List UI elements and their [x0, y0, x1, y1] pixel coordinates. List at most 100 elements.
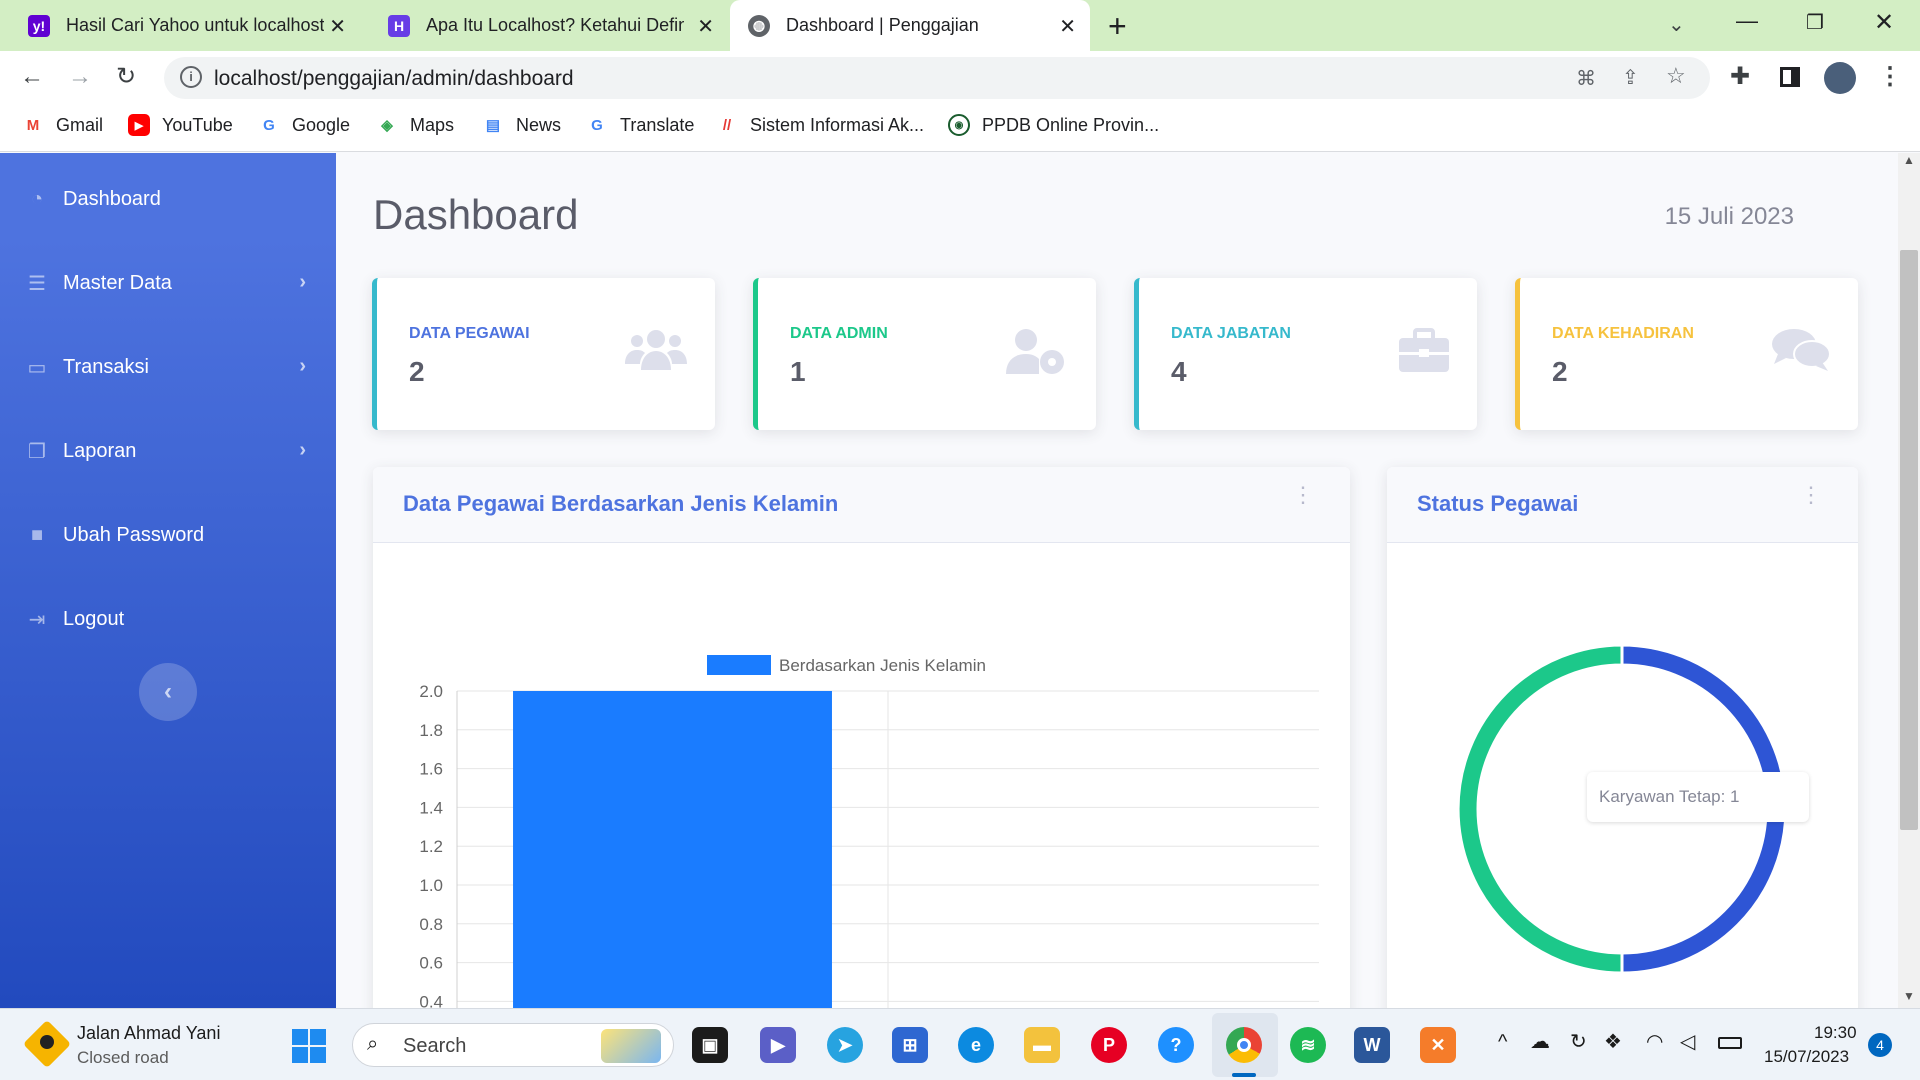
card-data-jabatan[interactable]: Data Jabatan 4	[1134, 278, 1477, 430]
users-icon	[625, 328, 687, 383]
pinterest-icon[interactable]: P	[1091, 1027, 1127, 1063]
task-view-icon[interactable]: ▣	[692, 1027, 728, 1063]
forward-icon[interactable]: →	[68, 65, 92, 89]
tray-overflow-icon[interactable]: ^	[1498, 1031, 1507, 1054]
file-explorer-icon[interactable]: ▬	[1024, 1027, 1060, 1063]
weather-sub: Closed road	[77, 1048, 169, 1067]
avatar[interactable]	[1824, 62, 1856, 94]
ppdb-icon: ◉	[948, 114, 970, 136]
new-tab-button[interactable]: +	[1108, 8, 1127, 45]
card-value: 1	[790, 356, 806, 387]
more-options-icon[interactable]: ⋮	[1800, 484, 1822, 506]
sidebar-item-ubah-password[interactable]: ■ Ubah Password	[0, 505, 336, 565]
side-panel-icon[interactable]	[1780, 67, 1800, 87]
microsoft-store-icon[interactable]: ⊞	[892, 1027, 928, 1063]
word-icon[interactable]: W	[1354, 1027, 1390, 1063]
search-label: Search	[403, 1035, 467, 1057]
bookmark-maps[interactable]: ◈ Maps	[376, 114, 454, 136]
sidebar-item-logout[interactable]: ⇥ Logout	[0, 589, 336, 649]
wifi-icon[interactable]: ◠	[1646, 1029, 1663, 1054]
bookmark-label: Maps	[410, 114, 455, 135]
weather-title[interactable]: Jalan Ahmad Yani	[77, 1023, 220, 1044]
menu-icon[interactable]: ⋮	[1878, 65, 1902, 89]
bookmark-youtube[interactable]: ▶ YouTube	[128, 114, 233, 136]
url-text[interactable]: localhost/penggajian/admin/dashboard	[214, 67, 574, 91]
active-indicator	[1232, 1073, 1256, 1077]
bookmark-translate[interactable]: G Translate	[586, 114, 694, 136]
back-icon[interactable]: ←	[20, 65, 44, 89]
volume-icon[interactable]: ◁	[1680, 1029, 1695, 1054]
y-tick-label: 1.2	[419, 837, 443, 856]
clock-time[interactable]: 19:30	[1814, 1023, 1857, 1043]
tooltip-text: Karyawan Tetap: 1	[1599, 787, 1740, 806]
y-tick-label: 1.8	[419, 721, 443, 740]
chevron-right-icon: ›	[299, 439, 306, 461]
chrome-icon[interactable]	[1226, 1027, 1262, 1063]
sidebar-item-dashboard[interactable]: ◔ Dashboard	[0, 169, 336, 229]
card-data-pegawai[interactable]: Data Pegawai 2	[372, 278, 715, 430]
xampp-icon[interactable]: ✕	[1420, 1027, 1456, 1063]
bookmark-label: PPDB Online Provin...	[982, 114, 1160, 135]
minimize-icon[interactable]: —	[1736, 8, 1758, 34]
sidebar-item-laporan[interactable]: ❐ Laporan ›	[0, 421, 336, 481]
tab-title: Dashboard | Penggajian	[786, 15, 979, 35]
close-icon[interactable]: ✕	[697, 14, 714, 39]
card-data-admin[interactable]: Data Admin 1	[753, 278, 1096, 430]
sidebar-item-transaksi[interactable]: ▭ Transaksi ›	[0, 337, 336, 397]
address-bar[interactable]: i localhost/penggajian/admin/dashboard ⌘…	[164, 57, 1710, 99]
card-label: Data Kehadiran	[1552, 325, 1694, 342]
bar-chart-panel: Data Pegawai Berdasarkan Jenis Kelamin ⋮…	[373, 467, 1350, 1027]
tab-localhost-article[interactable]: H Apa Itu Localhost? Ketahui Definisi ✕	[360, 0, 728, 51]
telegram-icon[interactable]: ➤	[827, 1027, 863, 1063]
sync-icon[interactable]: ↻	[1570, 1029, 1587, 1054]
dropbox-icon[interactable]: ❖	[1604, 1029, 1622, 1054]
site-info-icon[interactable]: i	[180, 66, 202, 88]
restore-icon[interactable]: ❐	[1806, 10, 1824, 35]
search-icon: ⌕	[367, 1033, 379, 1055]
reload-icon[interactable]: ↻	[116, 65, 136, 89]
battery-icon[interactable]	[1718, 1037, 1742, 1049]
taskbar-search-input[interactable]: ⌕ Search	[352, 1023, 674, 1067]
scroll-down-icon[interactable]: ▼	[1903, 989, 1915, 1003]
bookmark-star-icon[interactable]: ☆	[1666, 63, 1686, 89]
close-icon[interactable]: ✕	[329, 14, 346, 39]
spotify-icon[interactable]: ≋	[1290, 1027, 1326, 1063]
teams-chat-icon[interactable]: ▶	[760, 1027, 796, 1063]
window-close-icon[interactable]: ✕	[1874, 8, 1894, 37]
bookmark-gmail[interactable]: M Gmail	[22, 114, 103, 136]
sidebar-item-label: Ubah Password	[63, 523, 205, 546]
y-tick-label: 1.6	[419, 760, 443, 779]
notification-badge[interactable]: 4	[1868, 1033, 1892, 1057]
bookmark-news[interactable]: ▤ News	[482, 114, 561, 136]
onedrive-icon[interactable]: ☁	[1530, 1029, 1550, 1054]
tab-dashboard[interactable]: ◍ Dashboard | Penggajian ✕	[730, 0, 1090, 51]
bookmark-ppdb[interactable]: ◉ PPDB Online Provin...	[948, 114, 1159, 136]
clock-date[interactable]: 15/07/2023	[1764, 1047, 1849, 1067]
get-help-icon[interactable]: ?	[1158, 1027, 1194, 1063]
extensions-icon[interactable]: ✚	[1730, 65, 1750, 89]
close-icon[interactable]: ✕	[1059, 14, 1076, 39]
bar	[513, 691, 832, 1027]
share-icon[interactable]: ⇪	[1622, 65, 1639, 90]
card-data-kehadiran[interactable]: Data Kehadiran 2	[1515, 278, 1858, 430]
more-options-icon[interactable]: ⋮	[1292, 484, 1314, 506]
edge-icon[interactable]: e	[958, 1027, 994, 1063]
bookmark-sia[interactable]: // Sistem Informasi Ak...	[716, 114, 924, 136]
tab-yahoo[interactable]: y! Hasil Cari Yahoo untuk localhost ✕	[0, 0, 360, 51]
scrollbar-thumb[interactable]	[1900, 250, 1918, 830]
card-label: Data Admin	[790, 325, 888, 342]
maps-icon: ◈	[381, 117, 393, 134]
sidebar-toggle-button[interactable]: ‹	[139, 663, 197, 721]
database-icon: ☰	[28, 272, 46, 295]
youtube-icon: ▶	[128, 114, 150, 136]
windows-start-icon[interactable]	[292, 1029, 326, 1063]
chevron-right-icon: ›	[299, 271, 306, 293]
translate-page-icon[interactable]: ⌘	[1576, 66, 1596, 91]
y-tick-label: 0.8	[419, 915, 443, 934]
tab-search-icon[interactable]: ⌄	[1668, 12, 1685, 37]
card-value: 2	[409, 356, 425, 387]
bookmark-google[interactable]: G Google	[258, 114, 350, 136]
gmail-icon: M	[26, 116, 40, 134]
scroll-up-icon[interactable]: ▲	[1903, 153, 1915, 167]
sidebar-item-master-data[interactable]: ☰ Master Data ›	[0, 253, 336, 313]
